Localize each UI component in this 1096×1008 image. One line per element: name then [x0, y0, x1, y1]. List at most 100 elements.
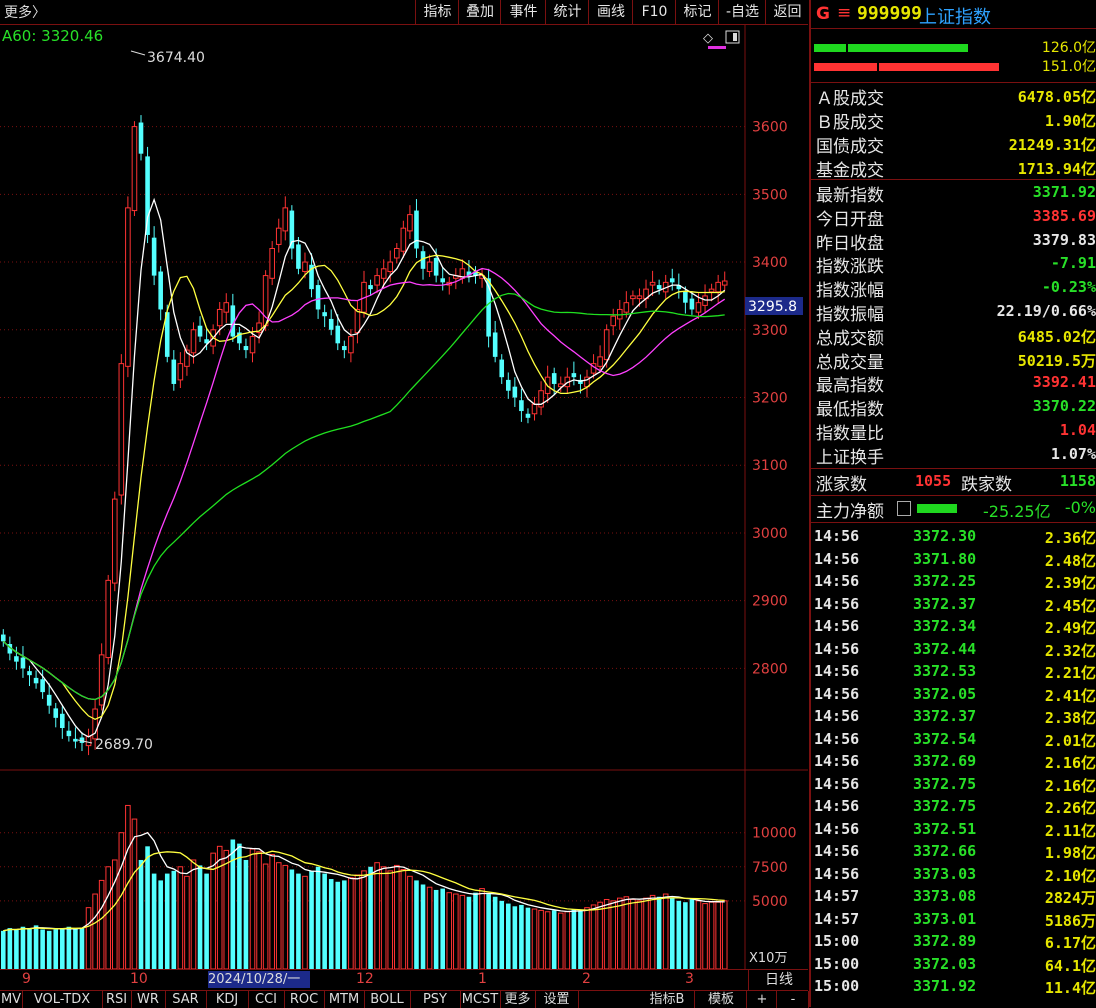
candle-body	[531, 403, 538, 415]
date-label-feb: 2	[582, 971, 591, 987]
toolbar-item[interactable]: 画线	[588, 0, 633, 24]
volume-bar	[256, 851, 262, 969]
indicator-tab[interactable]: MV	[0, 991, 23, 1008]
stat-label: 最高指数	[816, 376, 884, 397]
indicator-tab[interactable]: WR	[131, 991, 166, 1008]
stat-label: 指数量比	[816, 424, 884, 444]
tick-time: 14:56	[814, 549, 860, 568]
turnover-row: Ａ股成交 6478.05亿	[811, 84, 1096, 109]
down-count-value: 1158	[1059, 472, 1096, 490]
flow-detail-icon[interactable]	[897, 501, 911, 516]
indicator-tab[interactable]: MTM	[324, 991, 365, 1008]
tick-time: 14:56	[814, 707, 860, 725]
volume-bar	[649, 894, 656, 969]
tick-row: 14:57 3373.08 2824万	[811, 887, 1096, 909]
indicator-tab[interactable]: 模板	[696, 991, 747, 1008]
candle-body	[374, 275, 380, 286]
indicator-tab[interactable]: 设置	[535, 991, 579, 1008]
volume-bar	[27, 928, 32, 969]
stat-value: 22.19/0.66%	[996, 302, 1096, 320]
volume-bar	[643, 897, 649, 969]
tick-volume: 2.10亿	[1044, 866, 1096, 885]
indicator-tab[interactable]: +	[748, 991, 777, 1008]
date-label-mar: 3	[685, 971, 694, 987]
kline-chart[interactable]: 3600 3500 3400 3300 3200 3100 3000 2900 2800 100…	[0, 25, 808, 969]
tick-volume: 2.16亿	[1044, 776, 1096, 795]
candle-body	[400, 227, 407, 252]
candle-body	[571, 373, 577, 378]
candle-body	[348, 336, 354, 354]
volume-bar	[630, 898, 636, 969]
indicator-tab[interactable]: SAR	[165, 991, 207, 1008]
stat-label: 昨日收盘	[816, 233, 884, 254]
main-flow-row: 主力净额 -25.25亿 -0%	[811, 497, 1096, 522]
volume-bar	[683, 902, 688, 969]
tick-row: 14:57 3373.01 5186万	[811, 910, 1096, 932]
tick-price: 3372.37	[913, 594, 977, 613]
more-menu-button[interactable]: 更多〉	[4, 2, 46, 22]
candle-body	[414, 210, 419, 249]
tick-row: 15:00 3372.03 64.1亿	[811, 955, 1096, 977]
diamond-icon[interactable]: ◇	[703, 31, 713, 46]
volume-bar	[275, 862, 282, 969]
tick-row: 15:00 3372.89 6.17亿	[811, 932, 1096, 954]
toolbar-item[interactable]: 标记	[675, 0, 719, 24]
stat-value: 6485.02亿	[1017, 327, 1096, 346]
stat-label: 总成交额	[816, 328, 884, 349]
indicator-tab[interactable]: -	[778, 991, 809, 1008]
tick-time: 14:56	[814, 684, 860, 703]
volume-bar	[164, 873, 170, 969]
tick-volume: 11.4亿	[1044, 979, 1096, 997]
indicator-tab[interactable]: RSI	[102, 991, 132, 1008]
volume-bar	[473, 892, 478, 969]
volume-bar	[669, 898, 675, 969]
toolbar-item[interactable]: 指标	[415, 0, 459, 24]
indicator-tab[interactable]: CCI	[248, 991, 285, 1008]
indicator-tab[interactable]: 指标B	[640, 991, 695, 1008]
stat-value: -0.23%	[1041, 278, 1096, 297]
toolbar-item[interactable]: F10	[632, 0, 676, 24]
toolbar-item[interactable]: 事件	[500, 0, 546, 24]
volume-bar	[544, 911, 551, 969]
price-axis-label: 3200	[752, 391, 788, 407]
toolbar-item[interactable]: 统计	[545, 0, 589, 24]
tick-price: 3373.01	[913, 909, 977, 928]
indicator-tab[interactable]: ROC	[284, 991, 325, 1008]
tick-price: 3373.08	[913, 887, 977, 905]
indicator-tab[interactable]: 更多	[500, 991, 536, 1008]
indicator-tab[interactable]: MCST	[460, 991, 501, 1008]
candle-body	[302, 261, 308, 273]
period-selector[interactable]: 日线	[748, 970, 809, 990]
indicator-tab[interactable]: PSY	[410, 991, 461, 1008]
current-price-value: 3295.8	[748, 299, 797, 315]
indicator-tab[interactable]: VOL-TDX	[22, 991, 103, 1008]
stat-row: 最新指数 3371.92	[811, 181, 1096, 206]
volume-bar	[459, 894, 466, 969]
main-flow-value: -25.25亿	[983, 502, 1051, 521]
main-flow-pct: -0%	[1064, 498, 1096, 517]
tick-volume: 2.45亿	[1044, 596, 1096, 615]
quote-panel: G ≡ 999999 上证指数 126.0亿 151.0亿 Ａ股成交 6478.0…	[809, 0, 1096, 1007]
menu-icon[interactable]: ≡	[837, 3, 851, 23]
candle-body	[433, 257, 439, 276]
indicator-tab[interactable]: BOLL	[364, 991, 411, 1008]
stat-row: 指数振幅 22.19/0.66%	[811, 300, 1096, 325]
stat-label: 最新指数	[816, 186, 884, 206]
ma60-label: A60: 3320.46	[2, 27, 103, 45]
stat-value: -7.91	[1050, 254, 1096, 273]
toolbar-item[interactable]: 叠加	[458, 0, 501, 24]
index-name: 上证指数	[919, 7, 991, 28]
volume-bar	[368, 866, 373, 969]
volume-bar	[564, 911, 571, 969]
tick-time: 15:00	[814, 932, 860, 950]
volume-bar	[466, 896, 472, 969]
top-toolbar: 更多〉 指标 叠加 事件 统计 画线 F10 标记 -自选 返回	[0, 0, 808, 25]
indicator-tab[interactable]: KDJ	[206, 991, 249, 1008]
tick-time: 15:00	[814, 977, 860, 995]
toolbar-item[interactable]: 返回	[765, 0, 809, 24]
candle-body	[275, 227, 282, 245]
g-mark: G	[816, 4, 830, 24]
candle-body	[131, 126, 138, 212]
candle-body	[46, 694, 52, 706]
toolbar-item[interactable]: -自选	[718, 0, 766, 24]
